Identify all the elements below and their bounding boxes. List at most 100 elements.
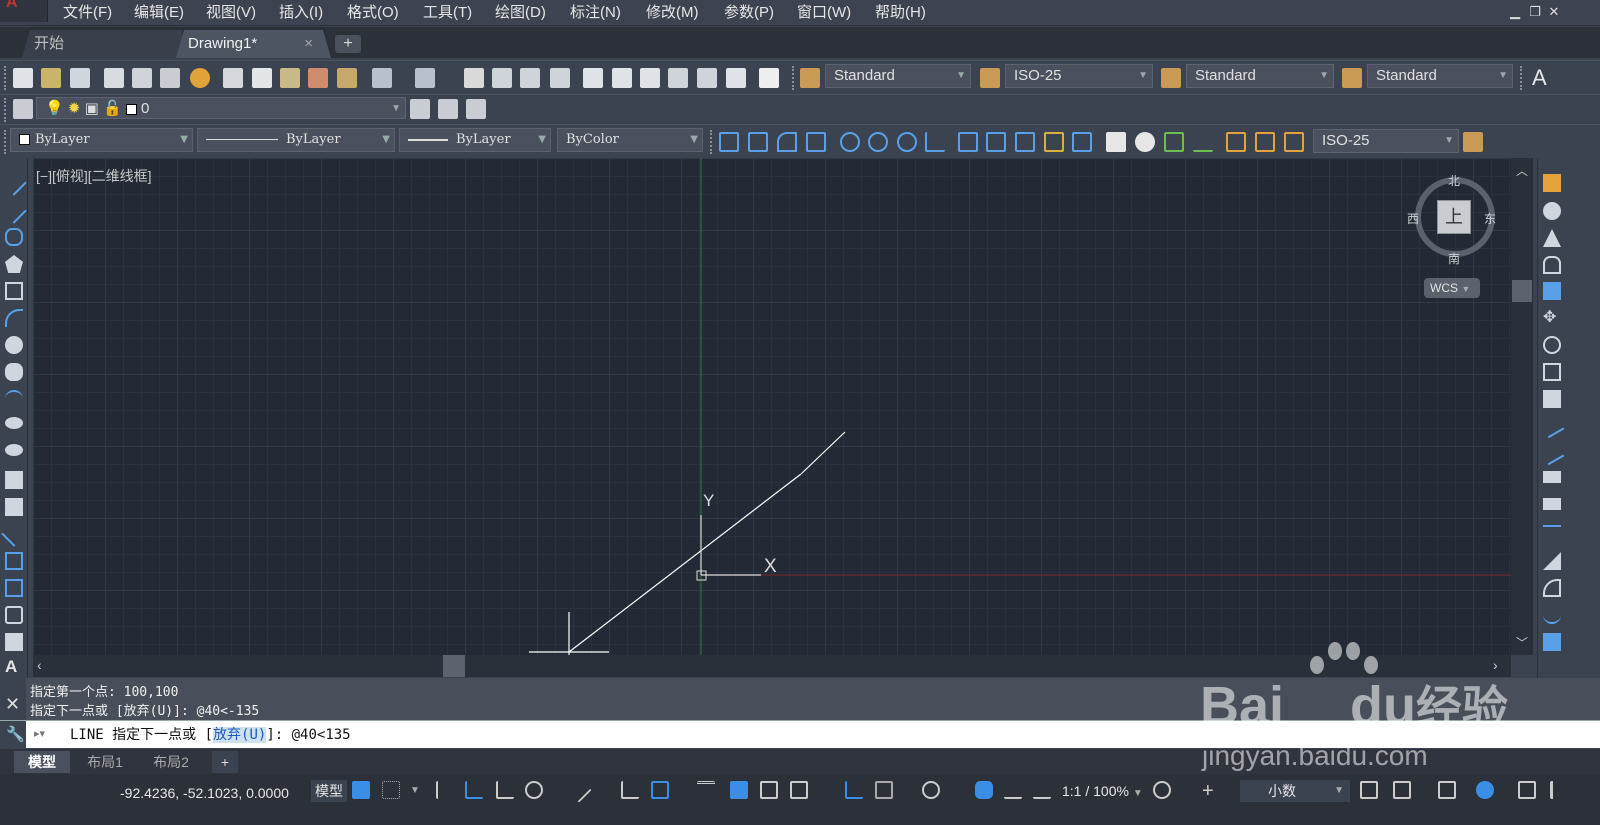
hatch-icon[interactable] [5,552,23,570]
3d-print-icon[interactable] [190,68,210,88]
menu-view[interactable]: 视图(V) [206,3,256,23]
inspection-icon[interactable] [1164,132,1184,152]
markup-icon[interactable] [697,68,717,88]
blend-curves-icon[interactable] [1543,606,1561,624]
circle-icon[interactable] [5,336,23,354]
redo-icon[interactable] [415,68,435,88]
region-icon[interactable] [5,606,23,624]
tool-palettes-icon[interactable] [640,68,660,88]
customization-icon[interactable] [1550,781,1568,799]
units-select[interactable]: 小数 ▼ [1240,780,1350,802]
annotation-monitor-icon[interactable]: + [1202,780,1214,802]
mirror-icon[interactable] [1543,229,1561,247]
toolbar-grip[interactable] [710,130,714,154]
compass-east[interactable]: 东 [1484,210,1496,227]
menu-insert[interactable]: 插入(I) [279,3,323,23]
dynamic-ucs-icon[interactable] [845,781,863,799]
chevron-down-icon[interactable]: ▼ [410,780,420,802]
save-icon[interactable] [70,68,90,88]
paste-icon[interactable] [280,68,300,88]
fillet-icon[interactable] [1543,579,1561,597]
drawn-line-segment[interactable] [800,431,846,475]
tab-model[interactable]: 模型 [14,751,70,773]
linear-dimension-icon[interactable] [719,132,739,152]
plot-icon[interactable] [104,68,124,88]
copy-icon[interactable] [252,68,272,88]
point-icon[interactable] [1,521,27,547]
layer-previous-icon[interactable] [438,99,458,119]
menu-tools[interactable]: 工具(T) [423,3,472,23]
arc-length-icon[interactable] [777,132,797,152]
spline-icon[interactable] [5,390,23,408]
tab-start[interactable]: 开始 [22,30,182,58]
properties-icon[interactable] [583,68,603,88]
vertical-scrollbar[interactable]: ︿ ﹀ [1511,158,1533,655]
viewport-controls-label[interactable]: [−][俯视][二维线框] [36,166,152,186]
command-recent-icon[interactable]: ▸▾ [34,727,45,740]
layer-states-icon[interactable] [466,99,486,119]
table-style-icon[interactable] [1161,68,1181,88]
tolerance-icon[interactable] [1106,132,1126,152]
menu-parametric[interactable]: 参数(P) [724,3,774,23]
publish-icon[interactable] [160,68,180,88]
table-style-select[interactable]: Standard ▼ [1186,64,1334,88]
infer-constraints-icon[interactable] [436,781,454,799]
annotation-scale-select[interactable]: 1:1 / 100% ▼ [1062,780,1143,802]
menu-file[interactable]: 文件(F) [63,3,112,23]
design-center-icon[interactable] [612,68,632,88]
explode-icon[interactable] [1543,633,1561,651]
text-style-select[interactable]: Standard ▼ [825,64,971,88]
chevron-down-icon[interactable]: ﹀ [1516,634,1528,651]
jogged-linear-icon[interactable] [1193,132,1213,152]
ellipse-arc-icon[interactable] [5,444,23,456]
chevron-up-icon[interactable]: ︿ [1516,162,1528,179]
gradient-icon[interactable] [5,579,23,597]
undo-icon[interactable] [372,68,392,88]
table-icon[interactable] [5,633,23,651]
extend-icon[interactable] [1539,440,1565,466]
zoom-previous-icon[interactable] [550,68,570,88]
menu-help[interactable]: 帮助(H) [875,3,926,23]
dimension-update-icon[interactable] [1284,132,1304,152]
quick-dimension-icon[interactable] [958,132,978,152]
pan-icon[interactable] [464,68,484,88]
open-file-icon[interactable] [41,68,61,88]
snap-icon[interactable] [382,781,400,799]
menu-format[interactable]: 格式(O) [347,3,399,23]
hardware-acceleration-icon[interactable] [1476,781,1494,799]
erase-icon[interactable] [1543,174,1561,192]
scale-icon[interactable] [1543,363,1561,381]
selection-filter-icon[interactable] [875,781,893,799]
viewcube-top-face[interactable]: 上 [1437,200,1471,234]
dim-style-icon[interactable] [980,68,1000,88]
toolbar-grip[interactable] [4,130,8,154]
tab-close-icon[interactable]: × [304,30,313,58]
lock-ui-icon[interactable] [1393,781,1411,799]
minimize-icon[interactable]: ▁ [1508,5,1522,19]
block-editor-icon[interactable] [337,68,357,88]
toolbar-grip[interactable] [4,66,8,90]
menu-window[interactable]: 窗口(W) [797,3,851,23]
toolbar-grip[interactable] [1520,66,1524,90]
zoom-window-icon[interactable] [520,68,540,88]
compass-south[interactable]: 南 [1448,250,1460,267]
plot-preview-icon[interactable] [132,68,152,88]
array-icon[interactable] [1543,282,1561,300]
restore-icon[interactable]: ❐ [1528,5,1542,19]
make-block-icon[interactable] [5,498,23,516]
arc-icon[interactable] [5,309,23,327]
viewcube[interactable]: 上 北 南 东 西 WCS ▼ [1407,172,1510,298]
ellipse-icon[interactable] [5,417,23,429]
help-icon[interactable] [759,68,779,88]
autocad-logo-icon[interactable]: A [0,0,48,22]
chamfer-icon[interactable] [1543,552,1561,570]
tab-drawing1[interactable]: Drawing1* × [176,30,331,58]
toolbar-grip[interactable] [792,66,796,90]
tab-layout2[interactable]: 布局2 [142,751,200,773]
layer-properties-icon[interactable] [13,99,33,119]
center-mark-icon[interactable] [1135,132,1155,152]
ordinate-dimension-icon[interactable] [806,132,826,152]
text-style-icon[interactable] [800,68,820,88]
menu-dimension[interactable]: 标注(N) [570,3,621,23]
aligned-dimension-icon[interactable] [748,132,768,152]
